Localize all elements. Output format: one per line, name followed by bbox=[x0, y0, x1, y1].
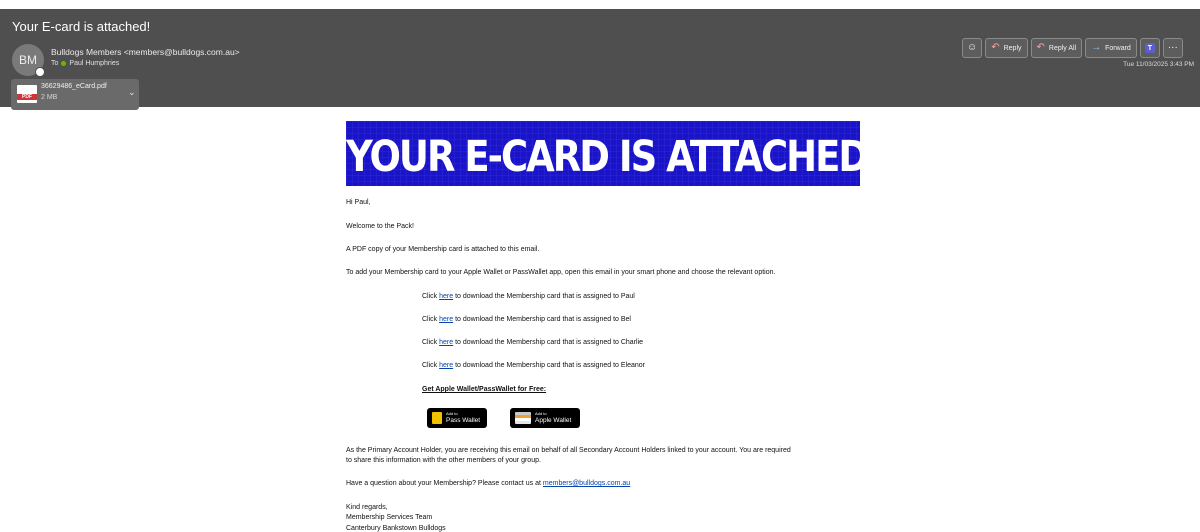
regards: Kind regards, bbox=[346, 504, 388, 511]
download-line-bel: Click here to download the Membership ca… bbox=[422, 316, 631, 323]
signature-team: Membership Services Team bbox=[346, 514, 433, 521]
signature-club: Canterbury Bankstown Bulldogs bbox=[346, 525, 446, 532]
reply-all-icon: ↶ bbox=[1036, 42, 1045, 53]
download-line-eleanor: Click here to download the Membership ca… bbox=[422, 362, 645, 369]
reply-all-button[interactable]: ↶ Reply All bbox=[1030, 38, 1083, 58]
attachment-name: 36629486_eCard.pdf bbox=[41, 83, 107, 90]
primary-holder-text-1: As the Primary Account Holder, you are r… bbox=[346, 447, 791, 454]
reply-icon: ↶ bbox=[991, 42, 1000, 53]
question-line: Have a question about your Membership? P… bbox=[346, 480, 631, 487]
attachment-card[interactable]: PDF 36629486_eCard.pdf 2 MB ⌄ bbox=[11, 79, 139, 110]
greeting: Hi Paul, bbox=[346, 199, 371, 206]
pdf-copy-text: A PDF copy of your Membership card is at… bbox=[346, 246, 540, 253]
ecard-banner: YOUR E-CARD IS ATTACHED bbox=[346, 121, 860, 186]
recipient-name[interactable]: Paul Humphries bbox=[69, 60, 119, 67]
message-actions: ☺ ↶ Reply ↶ Reply All → Forward T ··· bbox=[962, 38, 1183, 58]
more-actions-button[interactable]: ··· bbox=[1162, 38, 1183, 58]
teams-button[interactable]: T bbox=[1139, 38, 1160, 58]
apple-wallet-button[interactable]: Add to Apple Wallet bbox=[510, 408, 580, 428]
email-subject: Your E-card is attached! bbox=[12, 19, 151, 34]
message-header: Your E-card is attached! BM Bulldogs Mem… bbox=[0, 9, 1200, 110]
contact-email-link[interactable]: members@bulldogs.com.au bbox=[543, 480, 630, 487]
chevron-down-icon[interactable]: ⌄ bbox=[128, 87, 136, 98]
smiley-icon: ☺ bbox=[967, 42, 978, 53]
get-wallet-heading: Get Apple Wallet/PassWallet for Free: bbox=[422, 386, 547, 393]
download-line-charlie: Click here to download the Membership ca… bbox=[422, 339, 644, 346]
download-line-paul: Click here to download the Membership ca… bbox=[422, 293, 635, 300]
wallet-instructions: To add your Membership card to your Appl… bbox=[346, 269, 776, 276]
download-link-bel[interactable]: here bbox=[439, 316, 453, 323]
welcome-text: Welcome to the Pack! bbox=[346, 223, 414, 230]
to-label: To bbox=[51, 60, 59, 67]
sent-date: Tue 11/03/2025 3:43 PM bbox=[1123, 61, 1194, 68]
sender-address[interactable]: Bulldogs Members <members@bulldogs.com.a… bbox=[51, 47, 240, 57]
forward-button[interactable]: → Forward bbox=[1085, 38, 1137, 58]
banner-title: YOUR E-CARD IS ATTACHED bbox=[346, 131, 860, 182]
recipient-line: To Paul Humphries bbox=[51, 60, 119, 67]
primary-holder-text-2: to share this information with the other… bbox=[346, 457, 541, 464]
pass-wallet-icon bbox=[432, 412, 442, 424]
download-link-eleanor[interactable]: here bbox=[439, 362, 453, 369]
emoji-reaction-button[interactable]: ☺ bbox=[962, 38, 983, 58]
download-link-paul[interactable]: here bbox=[439, 293, 453, 300]
teams-icon: T bbox=[1144, 43, 1155, 53]
forward-icon: → bbox=[1091, 42, 1102, 53]
reply-button[interactable]: ↶ Reply bbox=[985, 38, 1028, 58]
more-icon: ··· bbox=[1167, 42, 1178, 53]
recipient-presence-icon bbox=[61, 61, 67, 66]
presence-indicator bbox=[35, 67, 45, 77]
attachment-size: 2 MB bbox=[41, 94, 58, 101]
apple-wallet-icon bbox=[515, 412, 531, 424]
download-link-charlie[interactable]: here bbox=[439, 339, 453, 346]
pass-wallet-button[interactable]: Add to Pass Wallet bbox=[427, 408, 487, 428]
pdf-file-icon: PDF bbox=[17, 85, 37, 103]
